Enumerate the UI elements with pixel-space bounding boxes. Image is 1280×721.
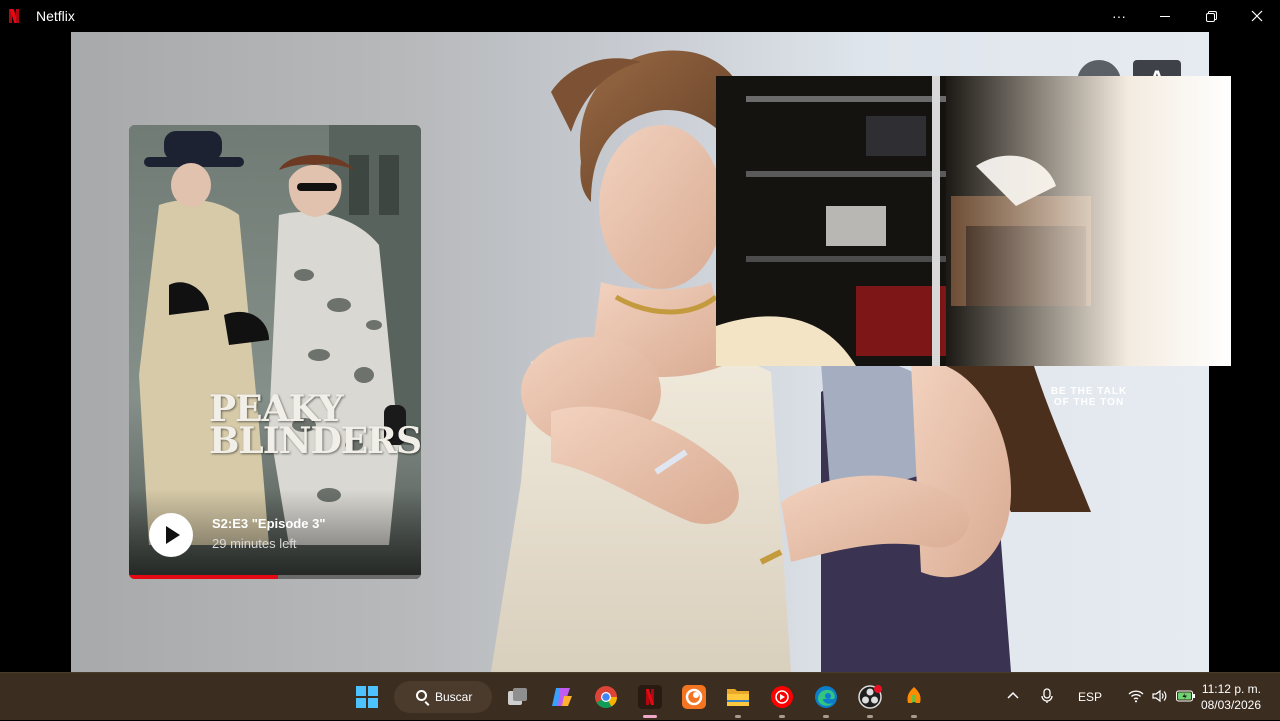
hero-tagline: BE THE TALK OF THE TON	[1039, 386, 1139, 408]
file-explorer-icon[interactable]	[722, 681, 754, 718]
video-frame	[716, 76, 1231, 366]
episode-label: S2:E3 "Episode 3"	[212, 516, 326, 531]
floating-video-window[interactable]	[716, 76, 1231, 366]
title-bar: Netflix ···	[0, 0, 1280, 32]
search-icon	[416, 690, 427, 701]
system-tray: ESP	[1006, 673, 1196, 721]
tagline-line1: BE THE TALK	[1050, 386, 1128, 397]
time-left-label: 29 minutes left	[212, 536, 297, 551]
search-label: Buscar	[435, 690, 473, 704]
continue-watching-card[interactable]: PEAKY BLINDERS S2:E3 "Episode 3" 29 minu…	[129, 125, 421, 579]
watch-progress-bar	[129, 575, 421, 579]
copilot-icon[interactable]	[546, 681, 578, 713]
restore-button[interactable]	[1188, 0, 1234, 32]
fl-studio-icon[interactable]	[898, 681, 930, 718]
window-title: Netflix	[36, 8, 75, 24]
window-controls: ···	[1096, 0, 1280, 32]
taskbar-search[interactable]: Buscar	[394, 681, 492, 713]
clock-time: 11:12 p. m.	[1201, 682, 1261, 696]
netflix-logo-icon	[9, 9, 19, 23]
obs-icon[interactable]	[854, 681, 886, 718]
windows-start-icon[interactable]	[351, 681, 383, 713]
chevron-up-icon[interactable]	[1006, 689, 1022, 705]
play-button[interactable]	[149, 513, 193, 557]
battery-icon[interactable]	[1176, 690, 1196, 705]
edge-icon[interactable]	[810, 681, 842, 718]
volume-icon[interactable]	[1152, 689, 1168, 706]
clock-date: 08/03/2026	[1200, 698, 1261, 712]
wifi-icon[interactable]	[1128, 689, 1144, 706]
more-options-button[interactable]: ···	[1096, 0, 1142, 32]
taskbar: Buscar ESP 11:12 p. m. 08/03/2026	[0, 672, 1280, 720]
show-title-line2: BLINDERS	[209, 420, 421, 462]
minimize-button[interactable]	[1142, 0, 1188, 32]
tagline-line2: OF THE TON	[1053, 397, 1125, 408]
play-icon	[166, 526, 180, 544]
microphone-icon[interactable]	[1040, 687, 1054, 707]
language-indicator[interactable]: ESP	[1078, 690, 1102, 704]
show-title-logo: PEAKY BLINDERS	[209, 391, 421, 462]
netflix-icon[interactable]	[634, 681, 666, 718]
chrome-icon[interactable]	[590, 681, 622, 713]
watch-progress-fill	[129, 575, 278, 579]
close-button[interactable]	[1234, 0, 1280, 32]
crunchyroll-icon[interactable]	[678, 681, 710, 713]
task-view-icon[interactable]	[502, 681, 534, 713]
youtube-music-icon[interactable]	[766, 681, 798, 718]
taskbar-clock[interactable]: 11:12 p. m. 08/03/2026	[1201, 681, 1261, 713]
